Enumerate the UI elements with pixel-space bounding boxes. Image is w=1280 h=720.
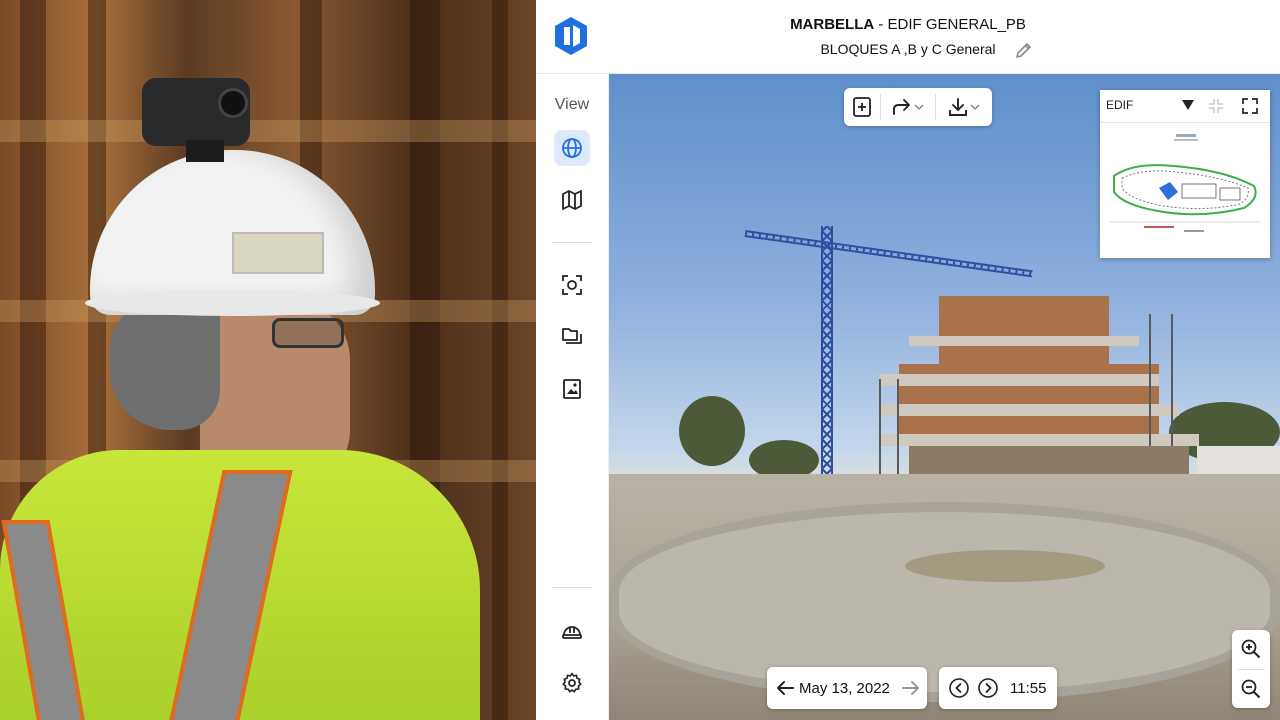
zoom-out-icon: [1241, 679, 1261, 699]
image-report-icon: [563, 379, 581, 399]
capture-time[interactable]: 11:55: [1010, 680, 1046, 697]
left-sidebar: View: [536, 74, 609, 720]
sidebar-divider: [552, 587, 592, 588]
share-button[interactable]: [881, 88, 935, 126]
add-note-icon: [853, 97, 871, 117]
panorama-viewer[interactable]: EDIF May 13, 2022 11:55: [609, 74, 1280, 720]
zoom-controls: [1232, 630, 1270, 708]
tree: [679, 396, 745, 466]
sidebar-item-capture[interactable]: [554, 267, 590, 303]
capture-date[interactable]: May 13, 2022: [799, 680, 890, 697]
date-navigator: May 13, 2022: [767, 667, 927, 709]
folders-icon: [562, 328, 582, 344]
crane-mast: [821, 226, 833, 491]
minimap-divider: [1100, 122, 1270, 123]
view-label: View: [554, 96, 590, 113]
building-upper: [939, 296, 1109, 366]
capture-icon: [562, 275, 582, 295]
download-icon: [949, 98, 967, 116]
sidebar-item-settings[interactable]: [554, 665, 590, 701]
previous-time-icon[interactable]: [948, 677, 970, 699]
app-header: MARBELLA - EDIF GENERAL_PB BLOQUES A ,B …: [536, 0, 1280, 74]
fullscreen-icon[interactable]: [1240, 96, 1260, 116]
add-annotation-button[interactable]: [844, 88, 880, 126]
project-subtitle: BLOQUES A ,B y C General: [820, 41, 996, 57]
app-root: MARBELLA - EDIF GENERAL_PB BLOQUES A ,B …: [0, 0, 1280, 720]
sidebar-divider: [552, 242, 592, 243]
chevron-down-icon: [970, 104, 980, 111]
hardhat-icon: [562, 626, 582, 639]
chevron-down-icon: [914, 104, 924, 111]
level-select[interactable]: EDIF: [1106, 98, 1133, 112]
floor-plan-image[interactable]: [1104, 126, 1266, 254]
previous-date-arrow-icon[interactable]: [773, 676, 797, 700]
share-arrow-icon: [893, 99, 910, 115]
next-date-arrow-icon[interactable]: [899, 676, 923, 700]
project-level: - EDIF GENERAL_PB: [874, 16, 1026, 33]
time-navigator: 11:55: [939, 667, 1057, 709]
minimap-panel: EDIF: [1100, 90, 1270, 258]
globe-icon: [562, 138, 582, 158]
sidebar-item-reports[interactable]: [554, 371, 590, 407]
zoom-out-button[interactable]: [1232, 670, 1270, 708]
project-title: MARBELLA - EDIF GENERAL_PB: [536, 16, 1280, 33]
slab: [879, 374, 1159, 386]
viewer-toolbar: [844, 88, 992, 126]
sidebar-item-safety[interactable]: [554, 613, 590, 649]
gear-icon: [562, 672, 582, 693]
zoom-in-icon: [1241, 639, 1261, 659]
caret-down-icon[interactable]: [1182, 100, 1194, 110]
crane-jib: [744, 230, 1033, 278]
download-button[interactable]: [936, 88, 992, 126]
slab: [879, 404, 1179, 416]
sidebar-item-360-view[interactable]: [554, 130, 590, 166]
pool-floor: [905, 550, 1105, 582]
pencil-icon[interactable]: [1014, 40, 1034, 60]
zoom-in-button[interactable]: [1232, 630, 1270, 668]
project-name: MARBELLA: [790, 16, 875, 33]
slab: [909, 336, 1139, 346]
sidebar-item-files[interactable]: [554, 319, 590, 355]
map-icon: [562, 190, 582, 210]
next-time-icon[interactable]: [977, 677, 999, 699]
collapse-icon[interactable]: [1206, 96, 1226, 116]
worker-photo: [0, 0, 536, 720]
sidebar-item-map[interactable]: [554, 182, 590, 218]
